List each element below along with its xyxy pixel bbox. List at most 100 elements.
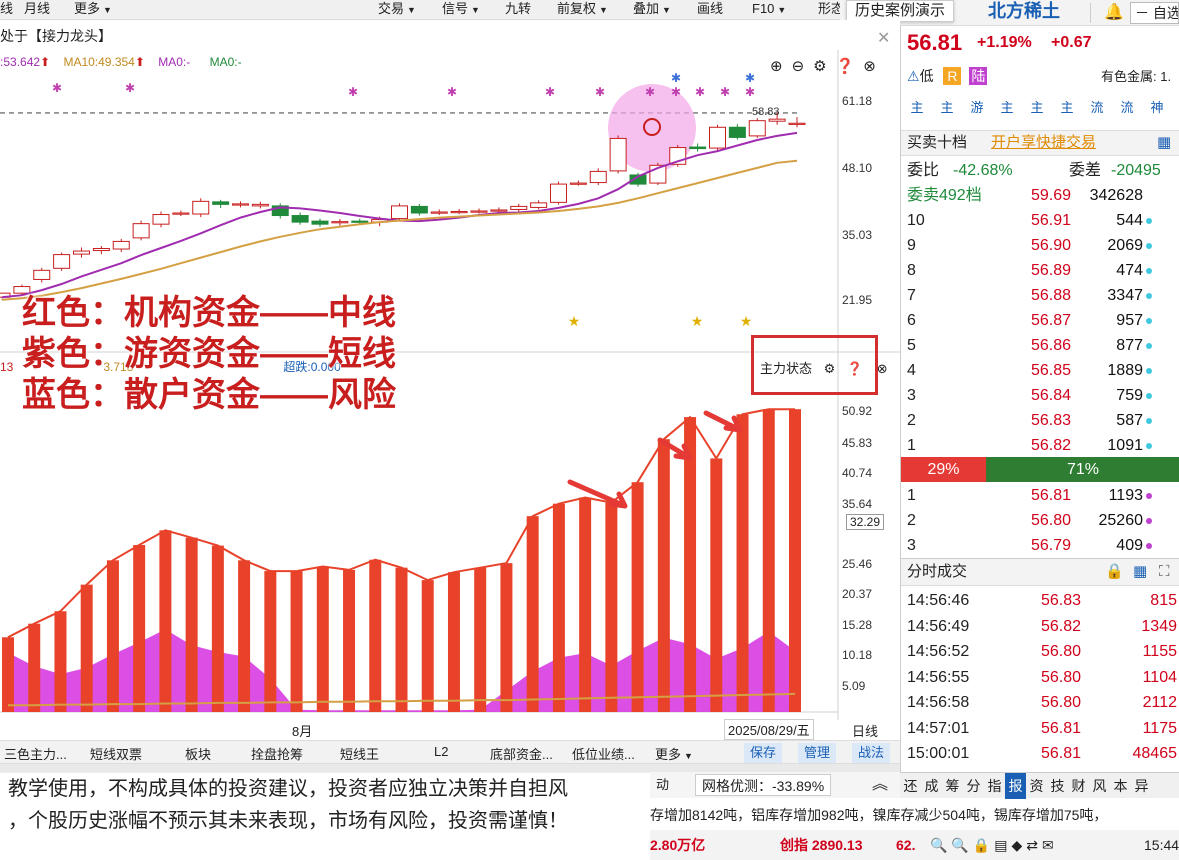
grid-icon[interactable]: ▦ <box>1157 131 1171 155</box>
zoom-out-icon[interactable]: ⊖ <box>792 58 805 75</box>
strategy-button[interactable]: 战法 <box>852 743 891 763</box>
red-bar <box>552 503 565 712</box>
flow-tag[interactable]: 主 <box>997 98 1017 118</box>
dot-icon <box>1146 418 1152 424</box>
open-account-link[interactable]: 开户享快捷交易 <box>991 131 1096 155</box>
ask-row[interactable]: 9 56.90 2069 <box>901 233 1179 258</box>
tab-sector[interactable]: 板块 <box>185 744 211 763</box>
flow-tag[interactable]: 主 <box>1027 98 1047 118</box>
close-icon[interactable]: ⊗ <box>877 361 888 376</box>
adjust-dropdown[interactable]: 前复权 ▼ <box>551 0 614 20</box>
ma10-value: MA10:49.354⬆ <box>63 55 145 69</box>
f10-dropdown[interactable]: F10 ▼ <box>746 0 792 20</box>
tab-grab[interactable]: 拴盘抢筹 <box>251 744 303 763</box>
right-tab[interactable]: 分 <box>963 773 984 799</box>
ask-row[interactable]: 3 56.84 759 <box>901 383 1179 408</box>
tab-three-color[interactable]: 三色主力... <box>4 744 67 763</box>
more-dropdown[interactable]: 更多 ▼ <box>655 744 693 763</box>
candle-body <box>490 209 508 212</box>
flow-tag[interactable]: 主 <box>1057 98 1077 118</box>
lock-icon[interactable]: 🔒 <box>1105 559 1124 585</box>
candle-body <box>232 203 249 206</box>
watchlist-button[interactable]: － 自选 <box>1130 2 1179 24</box>
grid-forecast-value[interactable]: 网格优测：-33.89% <box>695 774 832 796</box>
status-bar: 2.80万亿 创指 2890.13 62. 🔍🔍🔒▤◆⇄✉ 15:44 <box>650 830 1179 860</box>
zoom-in-icon[interactable]: ⊕ <box>770 58 783 75</box>
star-icon: ★ <box>568 313 581 329</box>
right-tab[interactable]: 技 <box>1047 773 1068 799</box>
help-icon[interactable]: ❓ <box>836 58 855 75</box>
right-tab[interactable]: 财 <box>1068 773 1089 799</box>
candle-body <box>450 210 468 214</box>
axis-label: 35.03 <box>842 228 873 242</box>
tab-low-performance[interactable]: 低位业绩... <box>572 744 635 763</box>
flow-tag[interactable]: 神 <box>1147 98 1167 118</box>
signal-dropdown[interactable]: 信号 ▼ <box>436 0 486 20</box>
ask-row[interactable]: 5 56.86 877 <box>901 333 1179 358</box>
flow-tag[interactable]: 主 <box>907 98 927 118</box>
red-bar <box>159 530 172 712</box>
ask-row[interactable]: 2 56.83 587 <box>901 408 1179 433</box>
help-icon[interactable]: ❓ <box>847 361 863 376</box>
bell-icon[interactable]: 🔔 <box>1104 2 1124 22</box>
flow-tag[interactable]: 游 <box>967 98 987 118</box>
flow-tag[interactable]: 主 <box>937 98 957 118</box>
manage-button[interactable]: 管理 <box>798 743 837 763</box>
bid-row[interactable]: 1 56.81 1193 <box>901 483 1179 508</box>
right-tab[interactable]: 资 <box>1026 773 1047 799</box>
right-tab[interactable]: 指 <box>984 773 1005 799</box>
gear-icon[interactable]: ⚙ <box>824 361 836 376</box>
flow-tag[interactable]: 流 <box>1117 98 1137 118</box>
expand-icon[interactable]: ⛶ <box>1159 559 1170 585</box>
draw-line-button[interactable]: 画线 <box>691 0 729 20</box>
bid-row[interactable]: 3 56.79 409 <box>901 533 1179 558</box>
dot-icon <box>1146 368 1152 374</box>
tab-short-double[interactable]: 短线双票 <box>90 744 142 763</box>
flow-tag[interactable]: 流 <box>1087 98 1107 118</box>
tab-line[interactable]: 线 <box>0 0 19 20</box>
ask-row[interactable]: 8 56.89 474 <box>901 258 1179 283</box>
star-marker: ✱ <box>348 85 358 99</box>
right-tab[interactable]: 成 <box>921 773 942 799</box>
chevron-up-icon[interactable]: ︽ <box>872 772 888 798</box>
candle-body <box>251 203 269 207</box>
tab-l2[interactable]: L2 <box>434 744 448 759</box>
close-icon[interactable]: ⊗ <box>863 58 876 75</box>
overlay-dropdown[interactable]: 叠加 ▼ <box>627 0 677 20</box>
ask-row[interactable]: 4 56.85 1889 <box>901 358 1179 383</box>
window-title: 处于【接力龙头】 <box>0 28 112 44</box>
ask-row[interactable]: 1 56.82 1091 <box>901 433 1179 458</box>
chart-controls: ⊕ ⊖ ⚙ ❓ ⊗ <box>770 57 876 75</box>
trade-dropdown[interactable]: 交易 ▼ <box>372 0 422 20</box>
right-tab[interactable]: 风 <box>1089 773 1110 799</box>
gear-icon[interactable]: ⚙ <box>813 58 826 75</box>
tab-bottom-fund[interactable]: 底部资金... <box>490 744 553 763</box>
grid-icon[interactable]: ▦ <box>1133 559 1147 585</box>
chevron-down-icon: ▼ <box>662 5 671 15</box>
candle-body <box>788 122 806 125</box>
nine-turn-button[interactable]: 九转 <box>499 0 537 20</box>
tab-monthly[interactable]: 月线 <box>18 0 56 20</box>
close-window-icon[interactable]: ✕ <box>877 28 890 48</box>
stock-name[interactable]: 北方稀土 <box>988 0 1060 22</box>
axis-label: 48.10 <box>842 161 873 175</box>
right-tab[interactable]: 筹 <box>942 773 963 799</box>
right-tab[interactable]: 报 <box>1005 773 1026 799</box>
ask-row[interactable]: 6 56.87 957 <box>901 308 1179 333</box>
bid-row[interactable]: 2 56.80 25260 <box>901 508 1179 533</box>
ask-row[interactable]: 7 56.88 3347 <box>901 283 1179 308</box>
save-button[interactable]: 保存 <box>744 743 783 763</box>
more-dropdown[interactable]: 更多 ▼ <box>68 0 118 20</box>
tab-short-king[interactable]: 短线王 <box>340 744 379 763</box>
right-tab[interactable]: 本 <box>1110 773 1131 799</box>
r-tag[interactable]: R <box>943 67 962 85</box>
star-marker: ✱ <box>745 71 755 85</box>
right-tab[interactable]: 异 <box>1131 773 1152 799</box>
status-icons[interactable]: 🔍🔍🔒▤◆⇄✉ <box>930 830 1058 860</box>
ask-row[interactable]: 10 56.91 544 <box>901 208 1179 233</box>
right-tab[interactable]: 还 <box>900 773 921 799</box>
red-bar <box>264 571 277 712</box>
period-label[interactable]: 日线 <box>852 721 878 740</box>
star-marker: ✱ <box>125 81 135 95</box>
lu-tag[interactable]: 陆 <box>969 67 988 85</box>
